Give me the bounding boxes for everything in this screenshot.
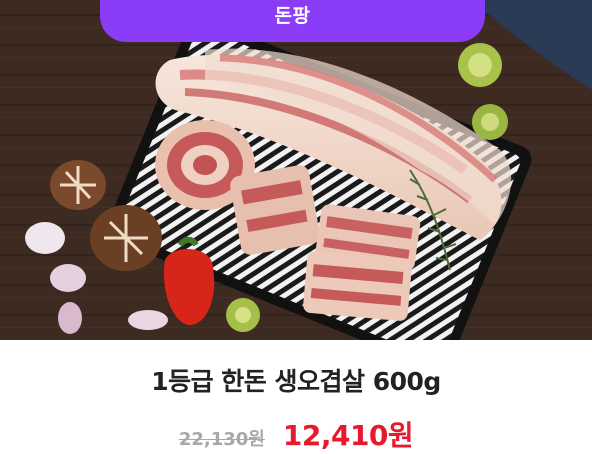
sale-price: 12,410원	[282, 419, 414, 452]
product-card[interactable]: 돈팡 1등급 한돈 생오겹살 600g 22,130원 12,410원	[0, 0, 592, 454]
original-price: 22,130원	[178, 429, 265, 450]
store-badge[interactable]: 돈팡	[100, 0, 485, 42]
product-title[interactable]: 1등급 한돈 생오겹살 600g	[0, 362, 592, 398]
product-image[interactable]: 돈팡	[0, 0, 592, 340]
price-row: 22,130원 12,410원	[0, 414, 592, 454]
